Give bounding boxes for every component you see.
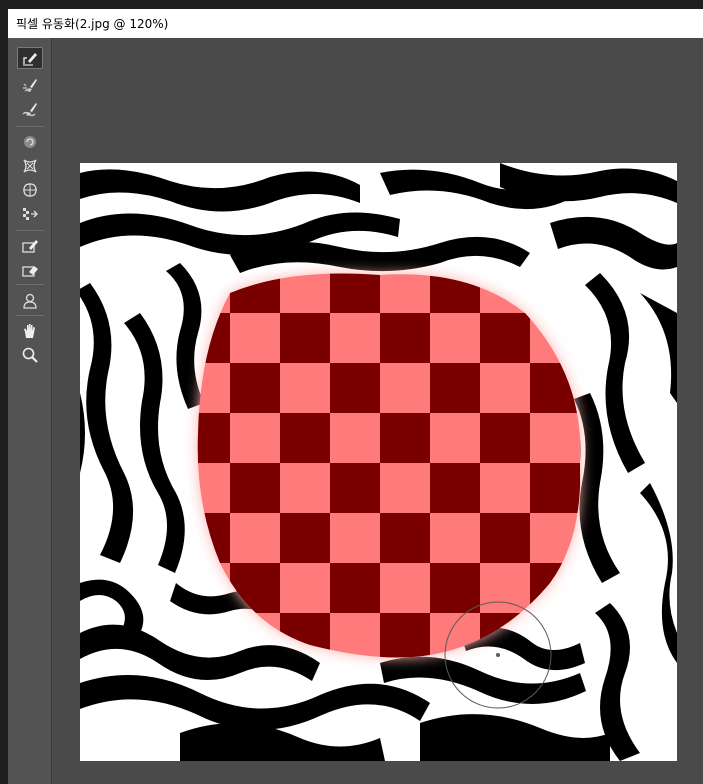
toolbar-separator: [16, 315, 44, 316]
toolbar-separator: [16, 126, 44, 127]
pucker-tool-button[interactable]: [17, 155, 43, 177]
reconstruct-brush-icon: [23, 79, 37, 92]
reconstruct-tool-button[interactable]: [17, 74, 43, 96]
document-title: 픽셀 유동화(2.jpg @ 120%): [16, 17, 169, 31]
brush-cursor-center: [496, 653, 500, 657]
bloat-icon: [23, 183, 37, 197]
twirl-tool-button[interactable]: [17, 131, 43, 153]
zoom-icon: [22, 347, 38, 363]
toolbar-separator: [16, 230, 44, 231]
twirl-icon: [24, 136, 36, 148]
forward-warp-tool-button[interactable]: [17, 47, 43, 69]
forward-warp-icon: [23, 53, 37, 66]
freeze-mask-icon: [22, 240, 38, 253]
thaw-mask-tool-button[interactable]: [17, 259, 43, 281]
liquified-image: [80, 163, 677, 761]
document-title-bar: 픽셀 유동화(2.jpg @ 120%): [8, 9, 703, 38]
hand-tool-button[interactable]: [17, 320, 43, 342]
smooth-tool-button[interactable]: [17, 98, 43, 120]
pucker-icon: [23, 159, 37, 173]
face-icon: [23, 293, 37, 309]
liquify-toolbar: [8, 38, 52, 784]
thaw-mask-icon: [22, 266, 38, 277]
window-left-edge: [0, 38, 8, 784]
window-top-strip: [0, 0, 703, 9]
toolbar-separator: [16, 284, 44, 285]
bloat-tool-button[interactable]: [17, 179, 43, 201]
image-preview-canvas[interactable]: [80, 163, 677, 761]
smooth-brush-icon: [22, 103, 37, 117]
freeze-mask-tool-button[interactable]: [17, 235, 43, 257]
hand-icon: [24, 324, 35, 338]
zoom-tool-button[interactable]: [17, 344, 43, 366]
push-left-tool-button[interactable]: [17, 203, 43, 225]
push-left-icon: [23, 208, 38, 220]
face-tool-button[interactable]: [17, 290, 43, 312]
